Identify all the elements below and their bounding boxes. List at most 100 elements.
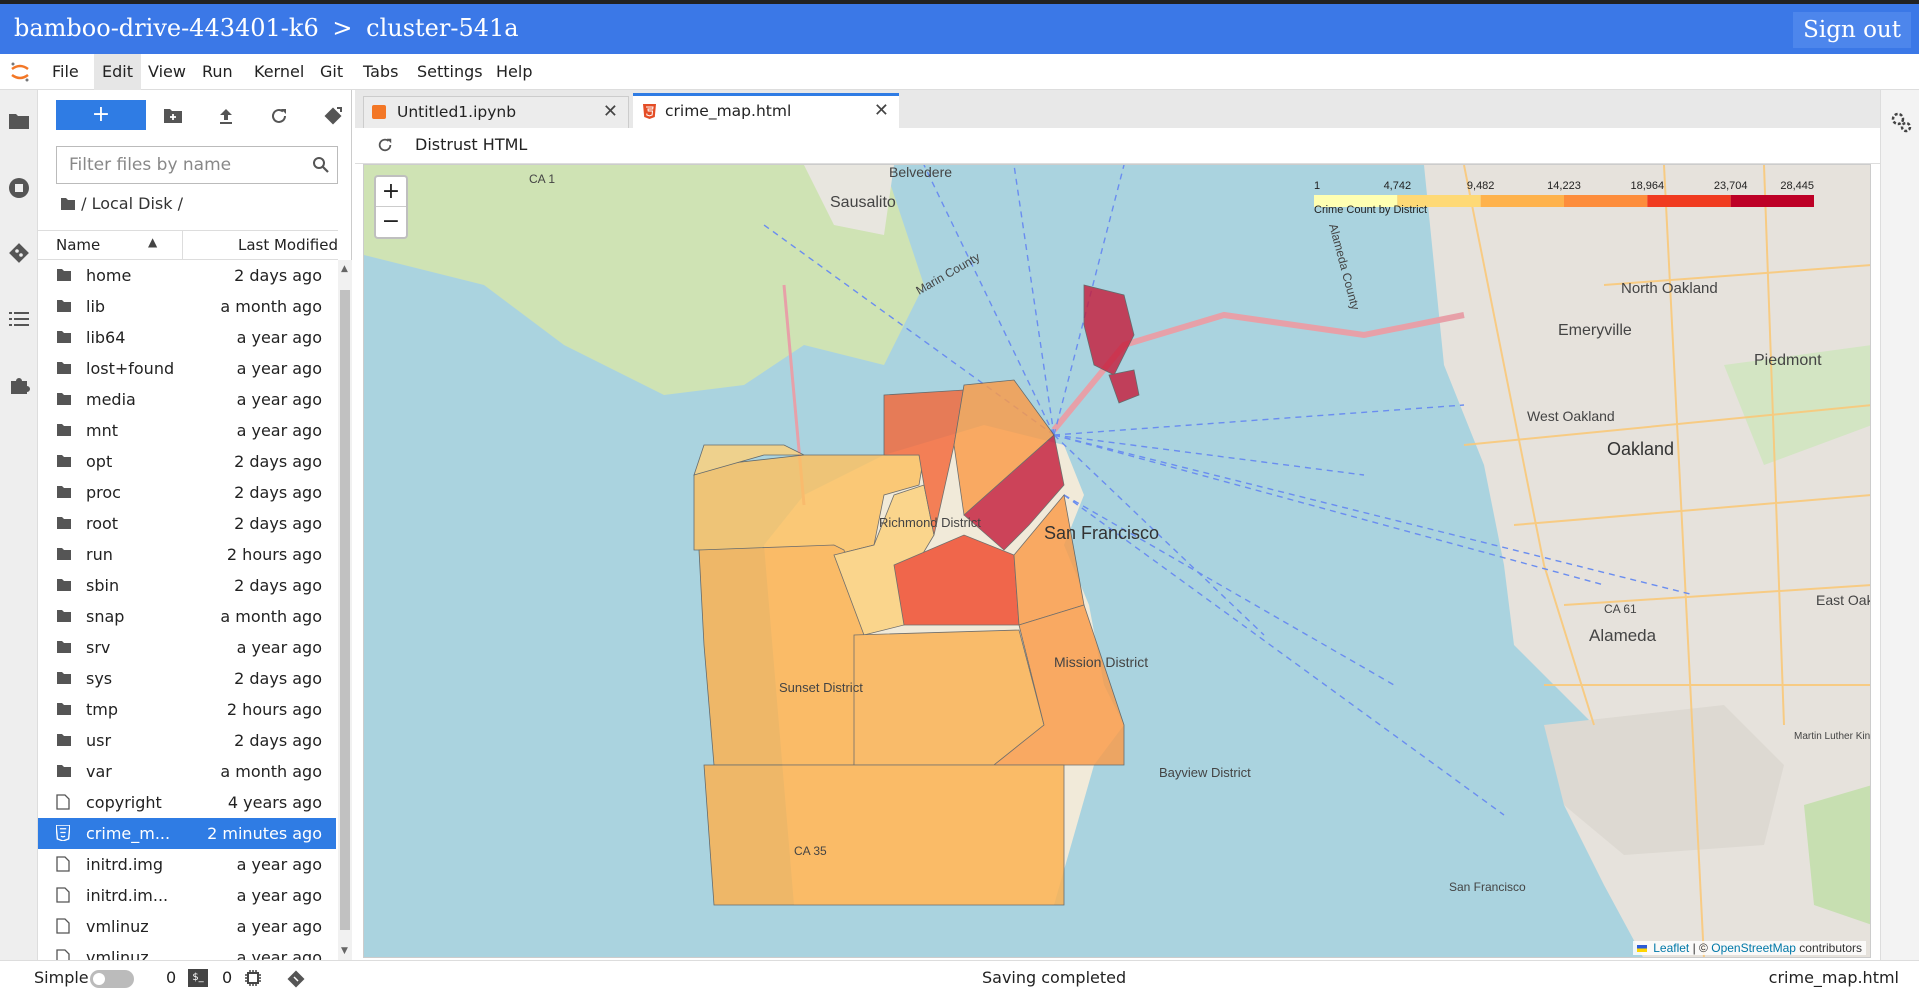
git-clone-icon[interactable] xyxy=(320,103,346,129)
file-row[interactable]: media a year ago xyxy=(38,384,336,415)
label-marin-county: Marin County xyxy=(914,250,983,298)
zoom-in-button[interactable]: + xyxy=(376,177,406,207)
table-of-contents-icon[interactable] xyxy=(6,306,32,332)
menu-settings[interactable]: Settings xyxy=(409,54,491,90)
running-kernels-icon[interactable] xyxy=(6,175,32,201)
sort-ascending-icon[interactable]: ▲ xyxy=(148,235,157,249)
close-icon[interactable]: ✕ xyxy=(874,100,889,121)
menu-edit[interactable]: Edit xyxy=(94,54,141,90)
menu-help[interactable]: Help xyxy=(488,54,540,90)
file-name: var xyxy=(86,762,112,781)
sign-out-button[interactable]: Sign out xyxy=(1793,12,1911,48)
district-yerba-buena xyxy=(1108,369,1140,404)
file-modified: a year ago xyxy=(236,390,322,409)
file-row[interactable]: initrd.im... a year ago xyxy=(38,880,336,911)
file-row[interactable]: srv a year ago xyxy=(38,632,336,663)
file-row[interactable]: home 2 days ago xyxy=(38,260,336,291)
file-row[interactable]: lost+found a year ago xyxy=(38,353,336,384)
scroll-down-arrow[interactable]: ▼ xyxy=(341,946,348,956)
file-name: root xyxy=(86,514,119,533)
map-canvas[interactable]: Belvedere Sausalito North Oakland Emeryv… xyxy=(364,165,1871,958)
zoom-out-button[interactable]: − xyxy=(376,207,406,237)
file-breadcrumb[interactable]: / Local Disk / xyxy=(60,194,183,215)
git-status-icon[interactable] xyxy=(286,969,306,989)
legend-swatch xyxy=(1480,195,1564,207)
osm-link[interactable]: OpenStreetMap xyxy=(1711,941,1796,955)
menu-run[interactable]: Run xyxy=(194,54,241,90)
file-row[interactable]: var a month ago xyxy=(38,756,336,787)
file-row[interactable]: vmlinuz a year ago xyxy=(38,911,336,942)
top-header: bamboo-drive-443401-k6 > cluster-541a Si… xyxy=(0,0,1919,54)
file-row[interactable]: sbin 2 days ago xyxy=(38,570,336,601)
property-inspector-icon[interactable] xyxy=(1889,110,1913,134)
upload-icon[interactable] xyxy=(213,103,239,129)
leaflet-link[interactable]: Leaflet xyxy=(1653,941,1689,955)
kernel-count[interactable]: 0 xyxy=(166,968,176,987)
file-name: copyright xyxy=(86,793,162,812)
distrust-html-button[interactable]: Distrust HTML xyxy=(415,135,527,154)
tab-crime-map[interactable]: crime_map.html ✕ xyxy=(633,93,899,128)
menu-file[interactable]: File xyxy=(44,54,87,90)
file-name: media xyxy=(86,390,136,409)
breadcrumb-path[interactable]: / Local Disk / xyxy=(81,194,183,213)
menu-git[interactable]: Git xyxy=(312,54,351,90)
git-icon[interactable] xyxy=(6,240,32,266)
refresh-icon[interactable] xyxy=(377,137,395,155)
new-folder-icon[interactable] xyxy=(160,103,186,129)
label-sf-bottom: San Francisco xyxy=(1449,880,1526,894)
file-row[interactable]: usr 2 days ago xyxy=(38,725,336,756)
file-list-scrollbar[interactable]: ▲ ▼ xyxy=(338,260,352,960)
label-ca35: CA 35 xyxy=(794,844,827,858)
file-row[interactable]: snap a month ago xyxy=(38,601,336,632)
file-modified: 2 hours ago xyxy=(226,700,322,719)
file-modified: a year ago xyxy=(236,328,322,347)
simple-mode-toggle[interactable] xyxy=(90,970,134,988)
file-modified: 4 years ago xyxy=(227,793,322,812)
new-launcher-button[interactable]: + xyxy=(56,100,146,130)
scroll-thumb[interactable] xyxy=(340,290,350,930)
file-row[interactable]: copyright 4 years ago xyxy=(38,787,336,818)
current-file-name: crime_map.html xyxy=(1768,968,1899,987)
menu-view[interactable]: View xyxy=(140,54,194,90)
file-row[interactable]: initrd.img a year ago xyxy=(38,849,336,880)
file-name: lib64 xyxy=(86,328,126,347)
file-row[interactable]: crime_m... 2 minutes ago xyxy=(38,818,336,849)
file-name: snap xyxy=(86,607,125,626)
file-row[interactable]: root 2 days ago xyxy=(38,508,336,539)
file-row[interactable]: mnt a year ago xyxy=(38,415,336,446)
label-piedmont: Piedmont xyxy=(1754,352,1822,369)
label-richmond: Richmond District xyxy=(879,515,981,530)
tab-untitled1[interactable]: Untitled1.ipynb ✕ xyxy=(363,96,629,128)
file-row[interactable]: tmp 2 hours ago xyxy=(38,694,336,725)
file-row[interactable]: lib a month ago xyxy=(38,291,336,322)
file-name: initrd.img xyxy=(86,855,164,874)
file-row[interactable]: proc 2 days ago xyxy=(38,477,336,508)
file-modified: 2 minutes ago xyxy=(207,824,322,843)
menu-kernel[interactable]: Kernel xyxy=(246,54,312,90)
column-last-modified[interactable]: Last Modified xyxy=(238,236,338,254)
file-icon xyxy=(56,856,72,872)
file-row[interactable]: vmlinuz.... a year ago xyxy=(38,942,336,960)
folder-icon[interactable] xyxy=(6,108,32,134)
file-filter-input[interactable]: Filter files by name xyxy=(56,146,338,184)
refresh-icon[interactable] xyxy=(266,103,292,129)
terminal-icon[interactable]: $_ xyxy=(188,969,208,987)
close-icon[interactable]: ✕ xyxy=(603,101,618,122)
file-row[interactable]: lib64 a year ago xyxy=(38,322,336,353)
crime-map[interactable]: Belvedere Sausalito North Oakland Emeryv… xyxy=(363,164,1871,958)
project-name[interactable]: bamboo-drive-443401-k6 xyxy=(14,14,319,42)
label-oakland: Oakland xyxy=(1607,439,1674,459)
file-row[interactable]: opt 2 days ago xyxy=(38,446,336,477)
memory-chip-icon[interactable] xyxy=(244,969,262,987)
file-modified: a year ago xyxy=(236,948,322,960)
column-name[interactable]: Name xyxy=(56,236,100,254)
terminal-count[interactable]: 0 xyxy=(222,968,232,987)
html-viewer-toolbar: Distrust HTML xyxy=(355,128,1880,164)
file-row[interactable]: run 2 hours ago xyxy=(38,539,336,570)
tab-label: Untitled1.ipynb xyxy=(397,103,517,121)
scroll-up-arrow[interactable]: ▲ xyxy=(341,264,348,274)
menu-tabs[interactable]: Tabs xyxy=(355,54,406,90)
extension-manager-icon[interactable] xyxy=(6,372,32,398)
cluster-name[interactable]: cluster-541a xyxy=(366,14,518,42)
file-row[interactable]: sys 2 days ago xyxy=(38,663,336,694)
